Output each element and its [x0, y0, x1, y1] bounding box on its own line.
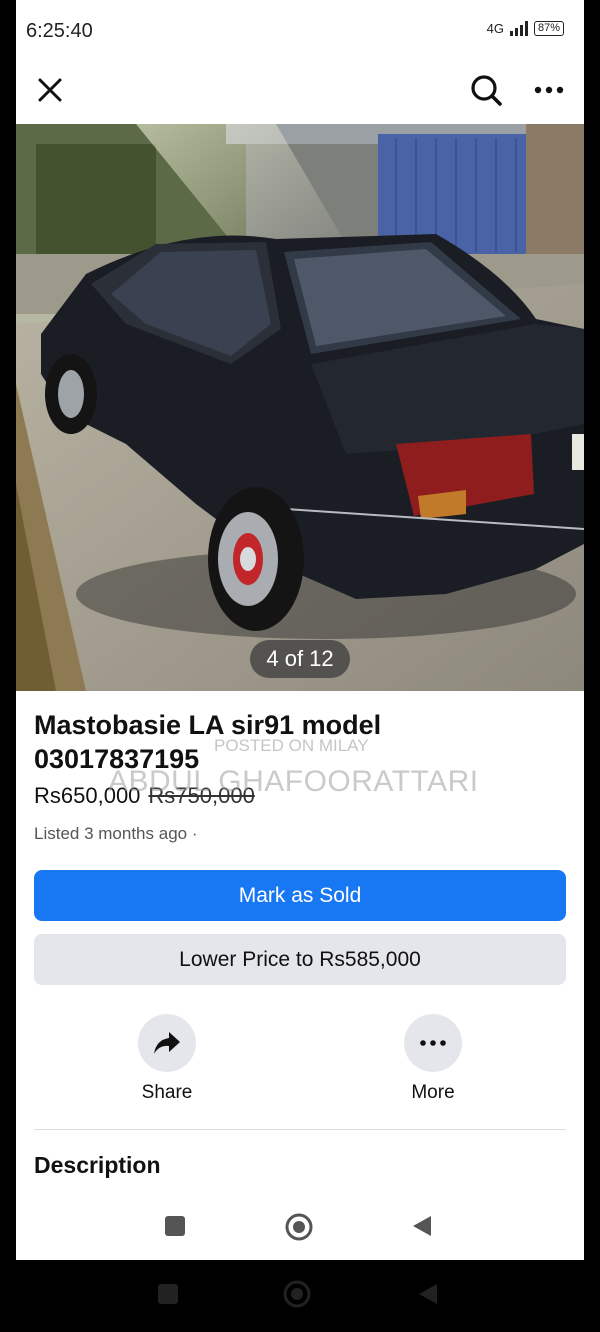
system-home-icon[interactable]	[282, 1279, 312, 1309]
more-label: More	[411, 1082, 455, 1103]
share-icon[interactable]	[138, 1014, 196, 1072]
status-bar: 6:25:40 4G 87%	[16, 0, 584, 62]
back-icon[interactable]	[410, 1214, 434, 1238]
status-time: 6:25:40	[26, 20, 93, 42]
more-action[interactable]: More	[373, 1014, 493, 1104]
section-divider	[34, 1129, 566, 1130]
system-back-icon[interactable]	[416, 1282, 440, 1306]
system-nav-bar	[0, 1262, 600, 1332]
lower-price-button[interactable]: Lower Price to Rs585,000	[34, 934, 566, 985]
share-label: Share	[141, 1082, 193, 1103]
more-icon[interactable]	[404, 1014, 462, 1072]
listing-photo[interactable]: 4 of 12	[16, 124, 584, 691]
description-heading: Description	[34, 1152, 161, 1178]
system-icons: 4G 87%	[487, 20, 564, 36]
marketplace-listing-screen: 6:25:40 4G 87% 4 of 12 Mastobasie LA sir…	[16, 0, 584, 1260]
close-icon[interactable]	[28, 68, 72, 112]
system-recents-icon[interactable]	[156, 1282, 180, 1306]
mark-as-sold-button[interactable]: Mark as Sold	[34, 870, 566, 921]
watermark-line-1: POSTED ON MILAY	[214, 736, 369, 755]
top-bar	[16, 62, 584, 120]
photo-counter: 4 of 12	[250, 640, 350, 678]
signal-icon	[509, 20, 528, 36]
watermark-line-2: ABDUL GHAFOORATTARI	[108, 765, 479, 798]
listed-time: Listed 3 months ago ·	[34, 824, 198, 843]
car-photo	[16, 124, 584, 691]
network-label: 4G	[486, 20, 504, 36]
recents-icon[interactable]	[163, 1214, 187, 1238]
app-nav-bar	[16, 1198, 584, 1254]
search-icon[interactable]	[464, 68, 508, 112]
more-options-icon[interactable]	[527, 68, 571, 112]
battery-icon: 87%	[533, 20, 564, 36]
share-action[interactable]: Share	[107, 1014, 227, 1104]
home-icon[interactable]	[284, 1212, 314, 1242]
